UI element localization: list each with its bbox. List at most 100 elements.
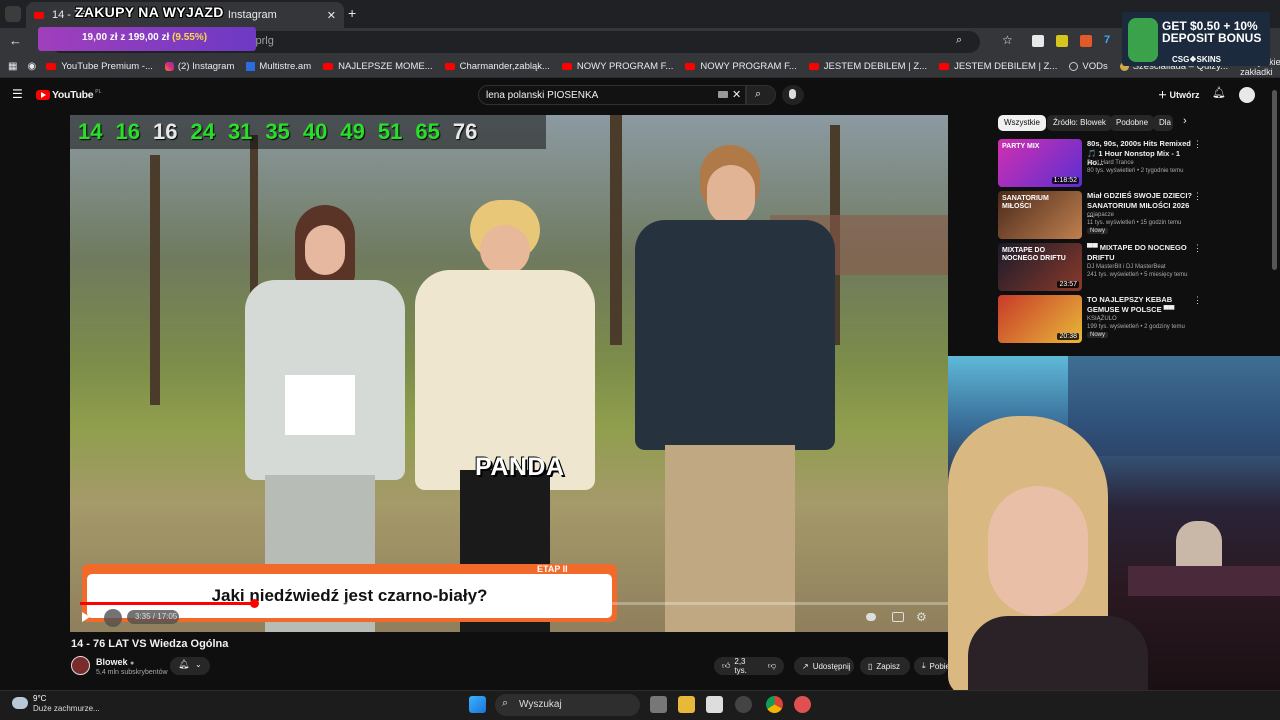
windows-start-icon[interactable] [469,696,486,713]
bookmark-item[interactable]: (2) Instagram [164,61,234,72]
download-button[interactable]: ⤓Pobierz [914,657,948,675]
recommended-video[interactable]: MIXTAPE DO NOCNEGO DRIFTU 23:57 ▀▀ MIXTAPE… [998,243,1202,293]
keyboard-icon[interactable] [718,91,728,98]
zoom-icon[interactable]: ⌕ [956,34,962,47]
bookmark-label: VODs [1082,61,1108,72]
video-thumbnail[interactable]: 20:38 [998,295,1082,343]
recommended-video[interactable]: PARTY MIX 1:18:52 80s, 90s, 2000s Hits Rem… [998,139,1202,189]
store-icon[interactable] [706,696,723,713]
recommended-video-meta: 241 tys. wyświetleń • 5 miesięcy temu [1087,272,1188,278]
thumbs-up-icon: 👍︎ [722,661,731,670]
extension-icon[interactable] [1056,35,1068,47]
taskbar-search-placeholder: Wyszukaj [519,699,562,710]
casino-ad-banner[interactable]: GET $0.50 + 10% DEPOSIT BONUS CSG❖SKINS [1122,12,1270,66]
thumbnail-text: SANATORIUM MIŁOŚCI [1002,195,1049,210]
video-progress-handle[interactable] [250,599,259,608]
webcam-person-body [968,616,1148,690]
channel-avatar[interactable] [71,656,90,675]
play-button[interactable] [82,612,90,622]
create-button[interactable]: ＋ Utwórz [1158,88,1200,101]
new-tab-button[interactable]: + [348,5,356,21]
hamburger-menu-icon[interactable]: ☰ [12,87,23,101]
webcam-ceiling-light [1068,356,1280,456]
chip-source[interactable]: Źródło: Blowek [1047,115,1112,131]
more-options-icon[interactable]: ⋮ [1193,191,1202,202]
apps-grid-icon[interactable]: ▦ [8,61,17,72]
extension-icon[interactable] [1032,35,1044,47]
chevron-right-icon[interactable]: › [1183,115,1187,127]
chip-for-you[interactable]: Dla [1153,115,1173,131]
bookmark-label: NAJLEPSZE MOME... [338,61,433,72]
chrome-icon[interactable] [766,696,783,713]
chip-similar[interactable]: Podobne [1110,115,1155,131]
bookmark-item[interactable]: Multistre.am [246,61,311,72]
bookmark-item[interactable]: NOWY PROGRAM F... [561,61,673,72]
save-button[interactable]: ▯ Zapisz [860,657,910,675]
video-player[interactable] [70,115,948,632]
video-progress-bar[interactable] [80,599,948,608]
bookmark-star-icon[interactable]: ☆ [1002,33,1013,47]
back-arrow-icon[interactable]: ← [9,33,22,48]
contestant-age: 16 [115,119,140,144]
taskbar-search-input[interactable]: ⌕ Wyszukaj [495,694,640,716]
github-icon[interactable]: ◉ [27,61,36,72]
clear-search-icon[interactable]: ✕ [732,88,741,101]
task-view-icon[interactable] [650,696,667,713]
more-options-icon[interactable]: ⋮ [1193,139,1202,150]
video-thumbnail[interactable]: MIXTAPE DO NOCNEGO DRIFTU 23:57 [998,243,1082,291]
settings-gear-icon[interactable]: ⚙ [916,610,927,624]
recommended-video[interactable]: 20:38 TO NAJLEPSZY KEBAB GEMUSE W POLSCE … [998,295,1202,345]
page-scrollbar[interactable] [1272,90,1277,270]
person-right [635,145,835,632]
more-options-icon[interactable]: ⋮ [1193,243,1202,254]
more-options-icon[interactable]: ⋮ [1193,295,1202,306]
bookmark-item[interactable]: YouTube Premium -... [46,61,153,72]
ad-brand: CSG❖SKINS [1172,55,1221,64]
file-explorer-icon[interactable] [678,696,695,713]
streamer-webcam [948,356,1280,690]
video-duration: 20:38 [1057,333,1079,340]
dislike-icon[interactable]: 👎︎ [768,661,776,671]
recommended-video-channel: DJ MasterBit i DJ MasterBeat [1087,264,1166,270]
bookmark-item[interactable]: Charmander,zabląk... [444,61,550,72]
bookmark-item[interactable]: VODs [1069,61,1108,72]
extension-icon[interactable]: 7 [1104,34,1110,46]
bookmark-item[interactable]: NOWY PROGRAM F... [685,61,797,72]
close-tab-icon[interactable]: ✕ [327,9,336,22]
autoplay-toggle[interactable] [866,613,876,621]
app-icon[interactable] [735,696,752,713]
weather-description[interactable]: Duże zachmurze... [33,704,100,713]
video-duration: 1:18:52 [1051,177,1079,184]
youtube-search-input[interactable]: lena polanski PIOSENKA ✕ [478,85,746,105]
notifications-bell-icon[interactable]: 🔔︎ [1212,86,1226,99]
share-label: Udostępnij [812,661,851,671]
weather-temperature[interactable]: 9°C [33,694,46,703]
recommended-video[interactable]: SANATORIUM MIŁOŚCI Miał GDZIEŚ SWOJE DZIE… [998,191,1202,241]
like-button[interactable]: 👍︎ 2,3 tys. 👎︎ [714,657,784,675]
search-button[interactable]: ⌕ [746,85,776,105]
bookmark-item[interactable]: JESTEM DEBILEM | Z... [939,61,1057,72]
share-button[interactable]: ↗ Udostępnij [794,657,854,675]
contestant-age: 31 [227,119,253,144]
channel-name[interactable]: Blowek ● [96,657,134,667]
account-avatar[interactable] [1239,87,1255,103]
youtube-icon [46,63,57,70]
bookmark-item[interactable]: JESTEM DEBILEM | Z... [808,61,927,72]
video-thumbnail[interactable]: PARTY MIX 1:18:52 [998,139,1082,187]
volume-icon[interactable] [104,609,122,627]
youtube-logo[interactable]: YouTube PL [36,89,101,101]
contestant-age: 24 [190,119,215,144]
extension-icon[interactable] [1080,35,1092,47]
tab-list-button[interactable] [5,6,21,22]
subscriber-count: 5,4 mln subskrybentów [96,669,168,676]
obs-icon[interactable] [794,696,811,713]
subscription-bell-button[interactable]: 🔔︎ ⌄ [170,657,210,675]
bell-icon: 🔔︎ [178,659,190,669]
voice-search-button[interactable] [782,85,804,105]
video-thumbnail[interactable]: SANATORIUM MIŁOŚCI [998,191,1082,239]
bookmark-item[interactable]: NAJLEPSZE MOME... [323,61,433,72]
chevron-down-icon: ⌄ [195,660,202,669]
chip-all[interactable]: Wszystkie [998,115,1046,131]
weather-cloud-icon[interactable] [12,697,28,709]
subtitles-icon[interactable] [892,612,904,622]
